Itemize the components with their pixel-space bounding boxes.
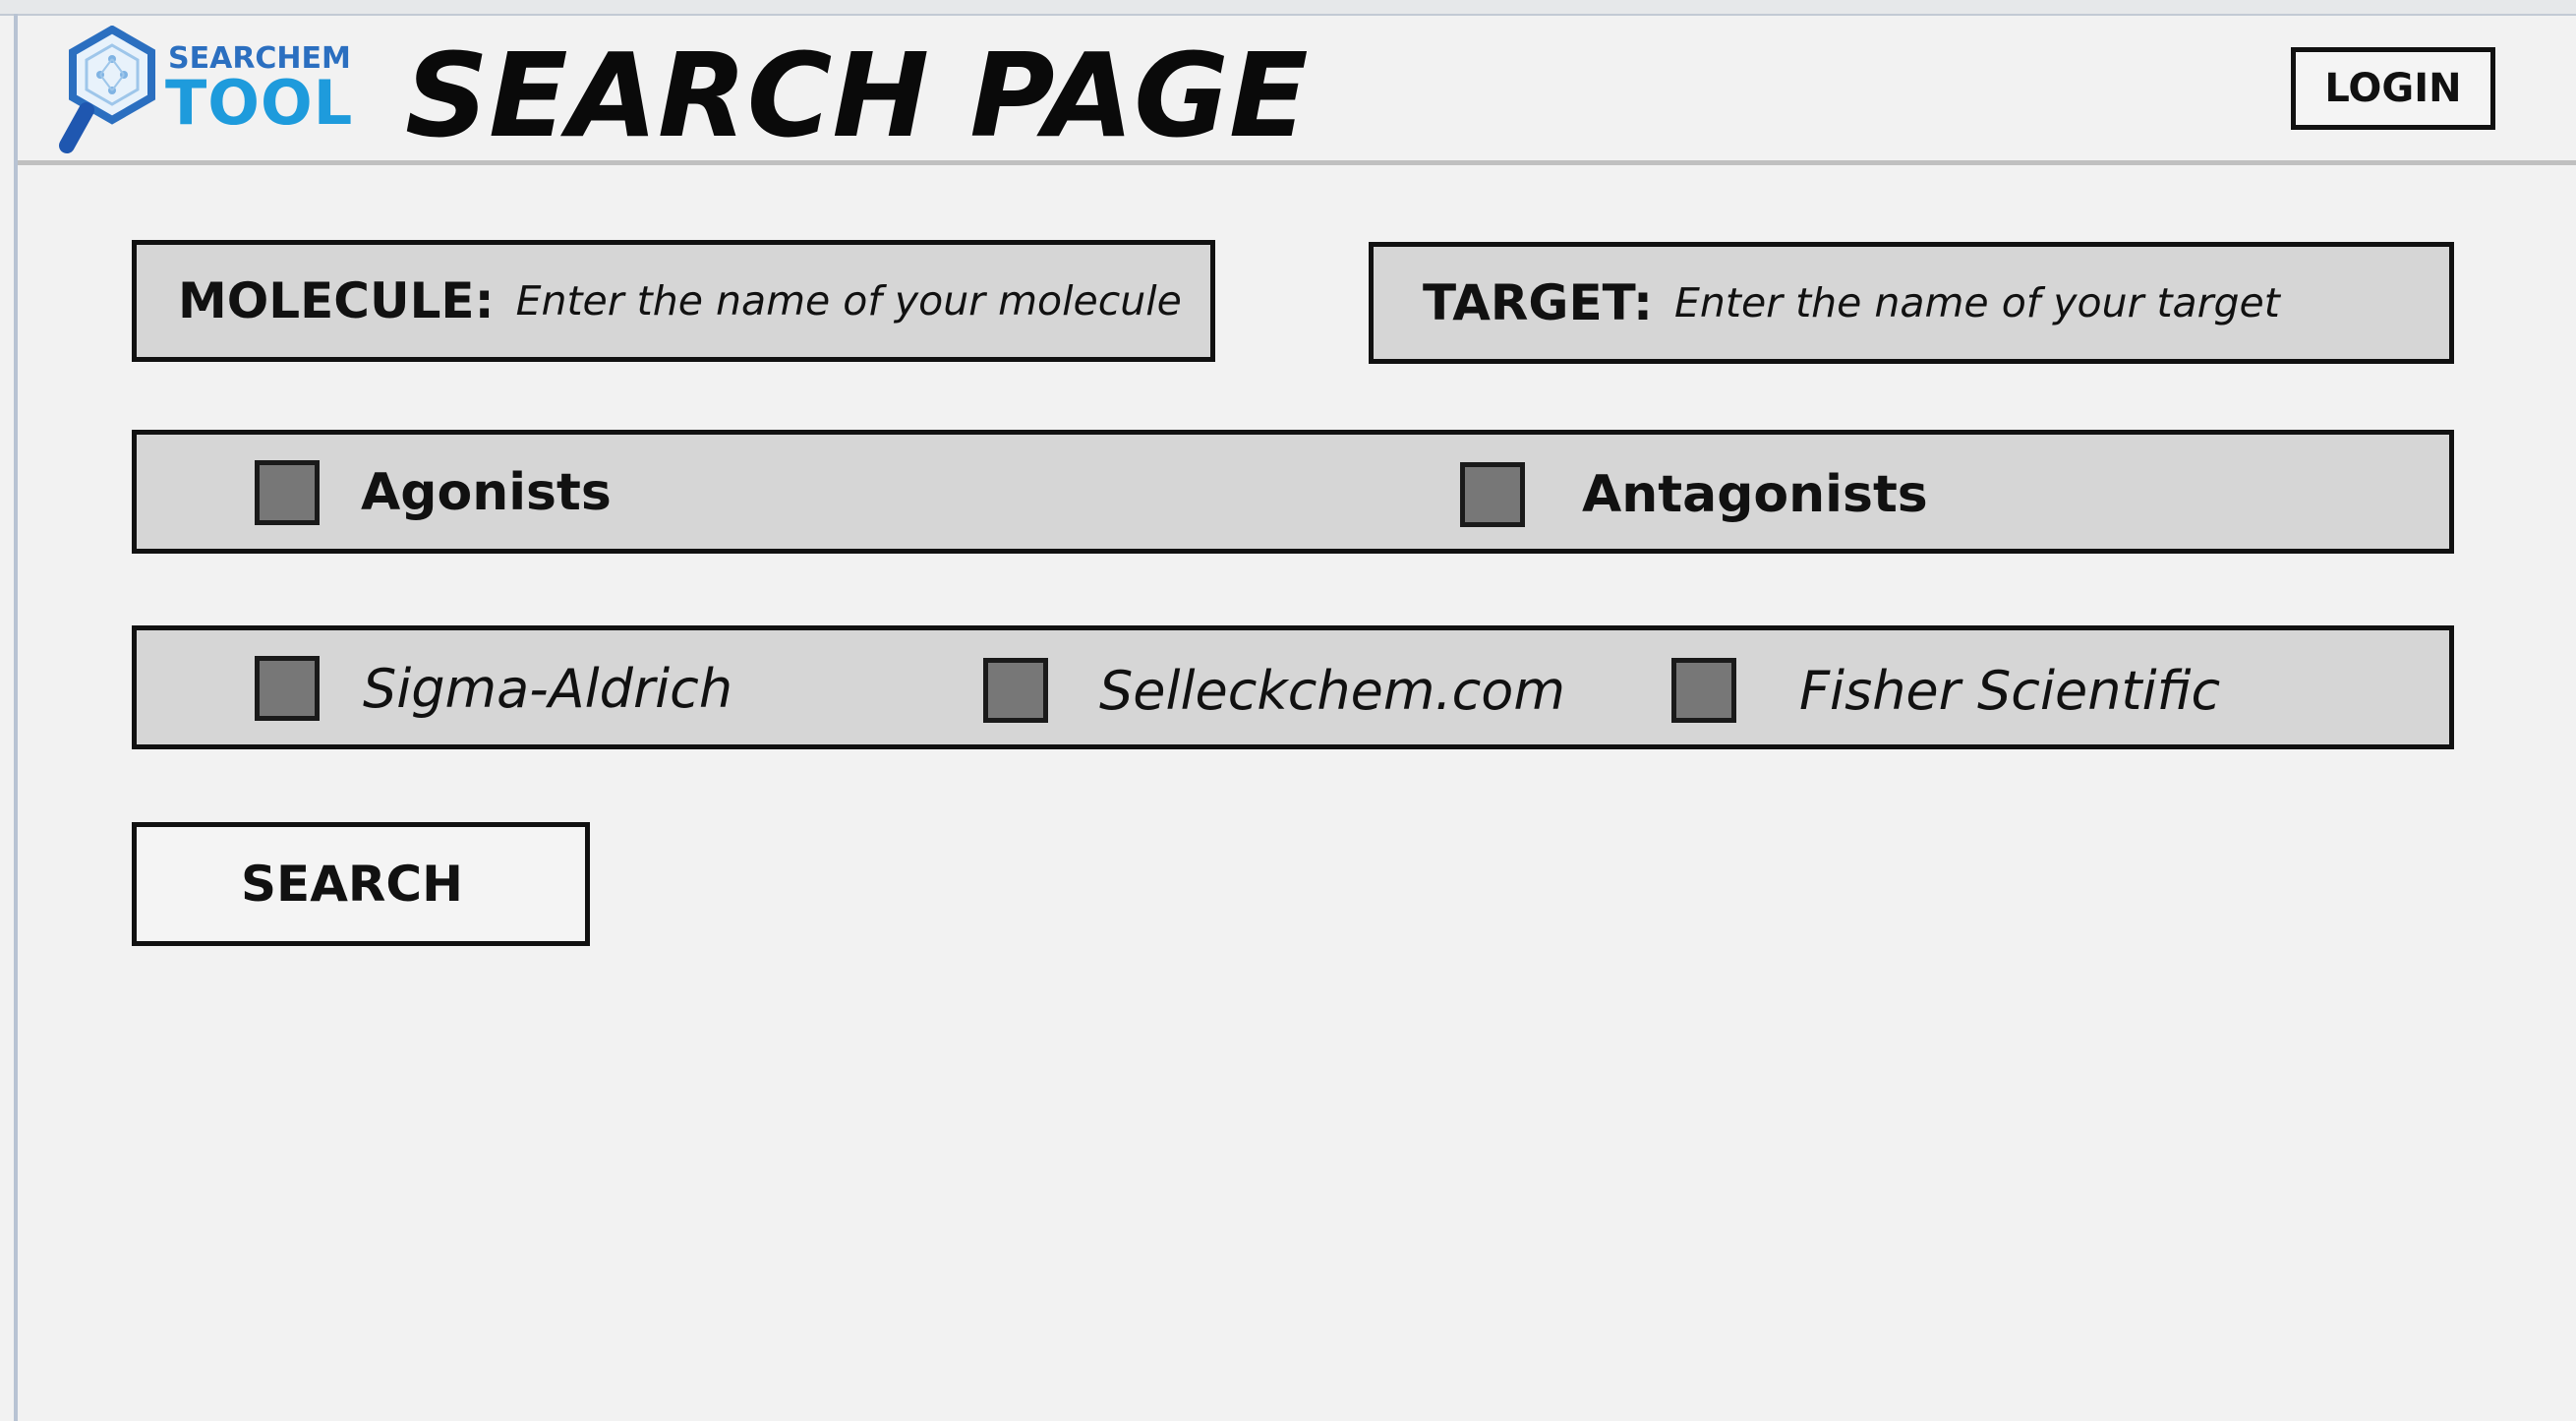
molecule-input[interactable]	[515, 277, 1210, 325]
hexagon-magnifier-icon	[59, 26, 155, 153]
logo-text-bottom: TOOL	[165, 67, 354, 139]
left-border	[14, 14, 18, 1421]
molecule-field[interactable]: MOLECULE:	[132, 240, 1215, 362]
activity-options-row: Agonists Antagonists	[132, 430, 2454, 554]
option-fisher-scientific[interactable]: Fisher Scientific	[1671, 658, 2220, 723]
searchem-logo: SEARCHEM TOOL	[57, 26, 352, 155]
target-input[interactable]	[1673, 279, 2382, 326]
target-label: TARGET:	[1423, 274, 1653, 331]
molecule-label: MOLECULE:	[178, 272, 495, 329]
option-antagonists[interactable]: Antagonists	[1460, 462, 1928, 527]
sigma-aldrich-checkbox[interactable]	[255, 656, 320, 721]
antagonists-checkbox[interactable]	[1460, 462, 1525, 527]
login-button[interactable]: LOGIN	[2291, 47, 2495, 130]
selleckchem-label: Selleckchem.com	[1099, 659, 1565, 722]
vendor-options-row: Sigma-Aldrich Selleckchem.com Fisher Sci…	[132, 625, 2454, 749]
search-page: SEARCHEM TOOL SEARCH PAGE LOGIN MOLECULE…	[0, 0, 2576, 1421]
window-top-strip	[0, 0, 2576, 16]
sigma-aldrich-label: Sigma-Aldrich	[363, 657, 733, 720]
page-title: SEARCH PAGE	[405, 28, 1309, 163]
option-selleckchem[interactable]: Selleckchem.com	[983, 658, 1565, 723]
option-sigma-aldrich[interactable]: Sigma-Aldrich	[255, 656, 732, 721]
header-divider	[18, 160, 2576, 165]
antagonists-label: Antagonists	[1582, 465, 1928, 524]
agonists-checkbox[interactable]	[255, 460, 320, 525]
fisher-scientific-label: Fisher Scientific	[1799, 659, 2221, 722]
option-agonists[interactable]: Agonists	[255, 460, 612, 525]
selleckchem-checkbox[interactable]	[983, 658, 1048, 723]
fisher-scientific-checkbox[interactable]	[1671, 658, 1736, 723]
search-button[interactable]: SEARCH	[132, 822, 590, 946]
target-field[interactable]: TARGET:	[1369, 242, 2454, 364]
agonists-label: Agonists	[361, 463, 612, 522]
